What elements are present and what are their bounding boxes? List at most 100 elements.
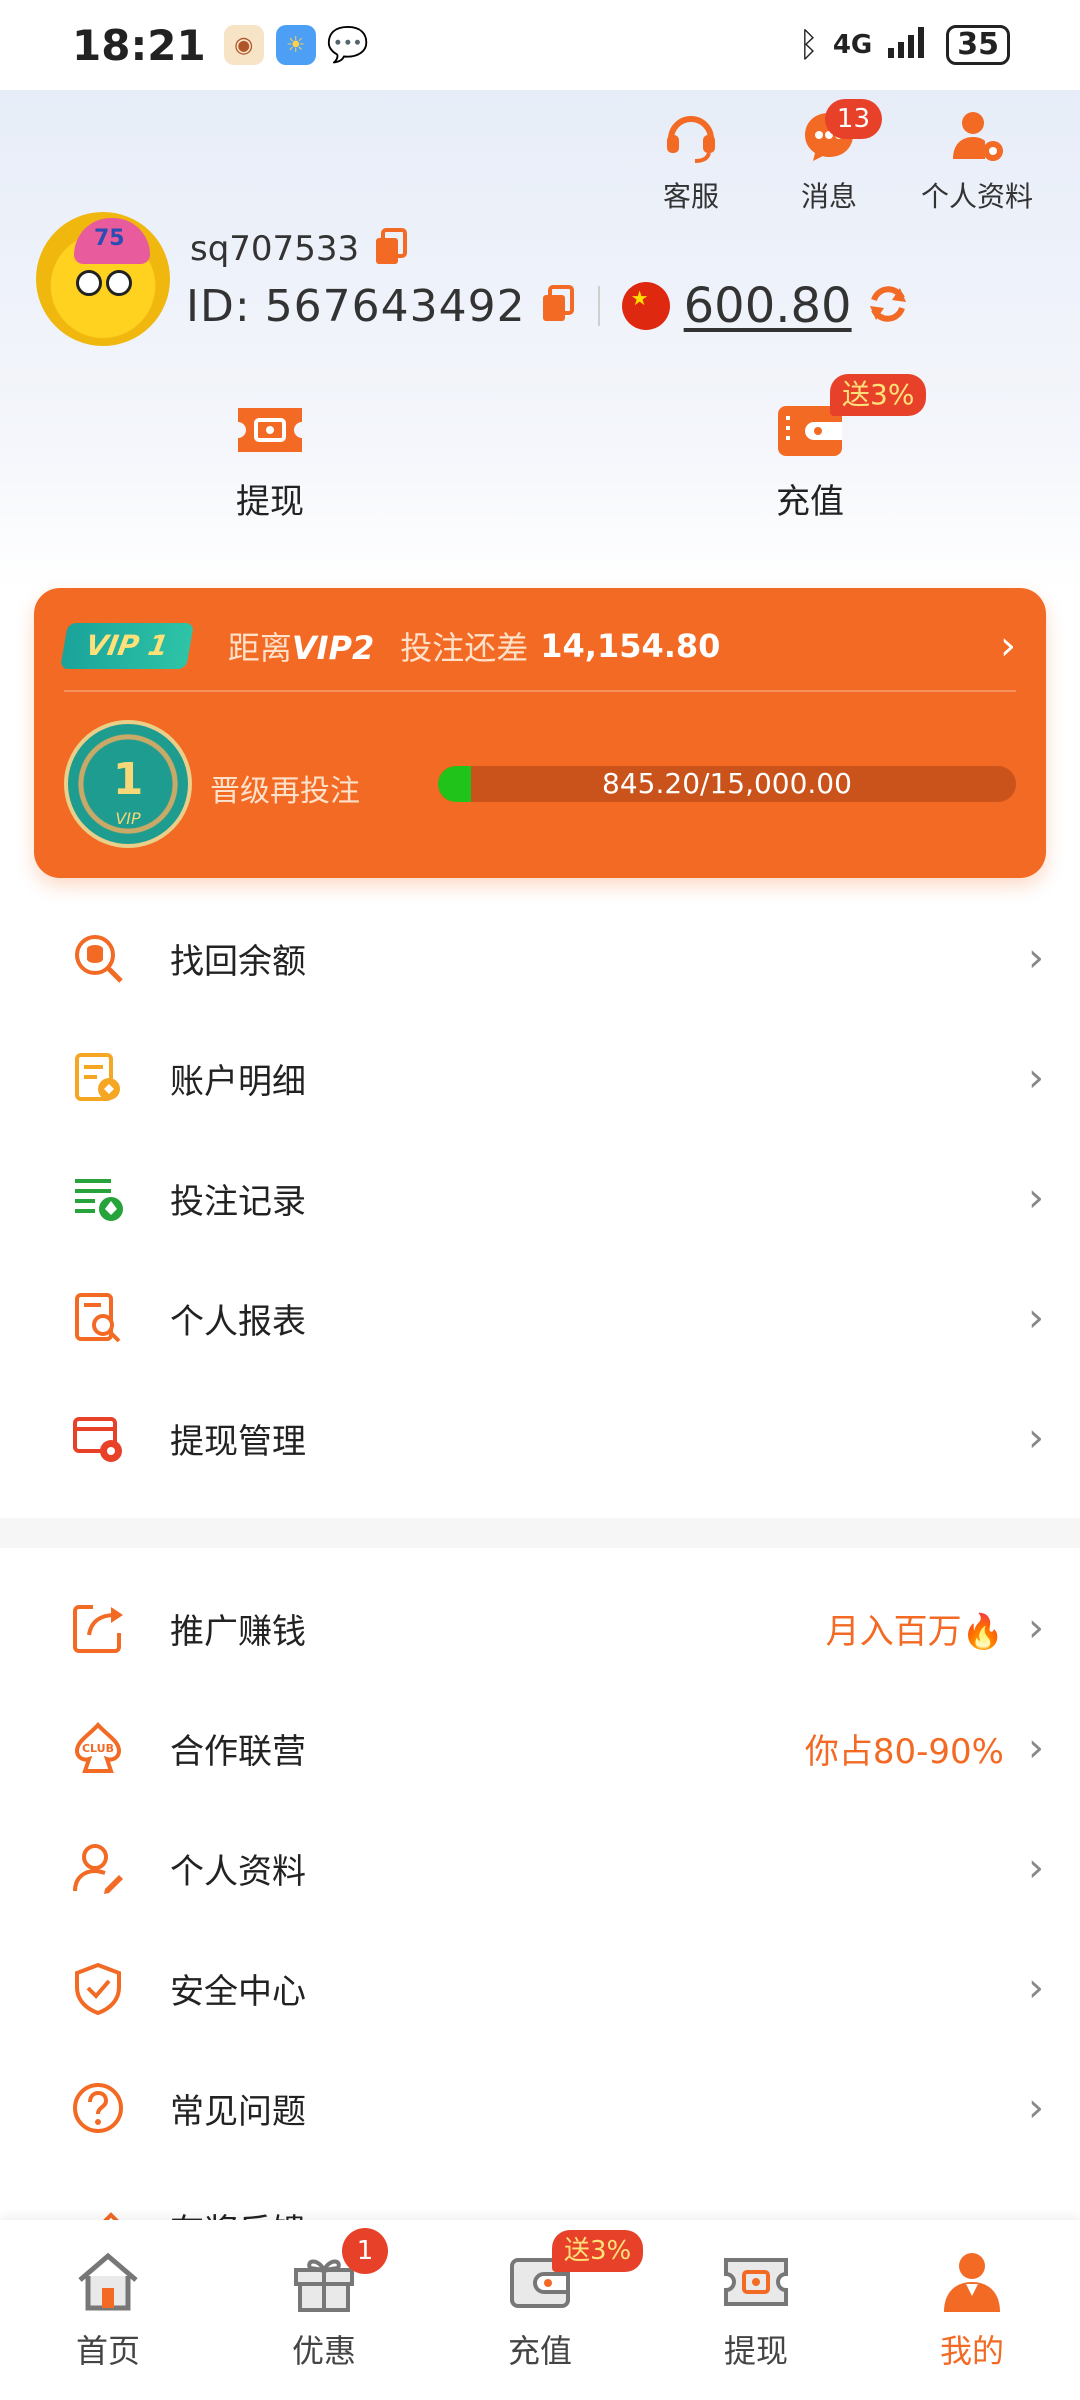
menu-label: 个人报表 xyxy=(170,1301,306,1342)
nav-home[interactable]: 首页 xyxy=(0,2220,216,2400)
deposit-bonus-badge: 送3% xyxy=(552,2230,644,2272)
vip-bet-gap-amount: 14,154.80 xyxy=(540,627,721,665)
menu-group-primary: 找回余额 › 账户明细 › 投注记录 › 个人报表 › 提现管理 › xyxy=(0,898,1080,1498)
nav-withdraw-label: 提现 xyxy=(723,2332,788,2370)
nav-mine-label: 我的 xyxy=(939,2332,1004,2370)
bluetooth-icon: ᛒ xyxy=(798,25,819,65)
user-icon xyxy=(938,2250,1006,2318)
copy-username-icon[interactable] xyxy=(373,228,409,270)
messages-button[interactable]: 13 消息 xyxy=(774,99,884,215)
nav-deposit-label: 充值 xyxy=(507,2332,572,2370)
menu-group-secondary: 推广赚钱 月入百万🔥 › CLUB 合作联营 你占80-90% › 个人资料 ›… xyxy=(0,1568,1080,2288)
report-search-icon xyxy=(70,1290,126,1346)
menu-item-account-details[interactable]: 账户明细 › xyxy=(0,1018,1080,1138)
card-settings-icon xyxy=(70,1410,126,1466)
list-spade-icon xyxy=(70,1170,126,1226)
menu-item-recover-balance[interactable]: 找回余额 › xyxy=(0,898,1080,1018)
balance-amount[interactable]: 600.80 xyxy=(684,278,852,334)
menu-label: 账户明细 xyxy=(170,1061,306,1102)
nav-promos[interactable]: 1 优惠 xyxy=(216,2220,432,2400)
avatar[interactable]: 75 xyxy=(36,212,170,346)
chevron-right-icon: › xyxy=(1028,1295,1044,1341)
wechat-app-icon: 💬 xyxy=(326,25,369,65)
chevron-right-icon: › xyxy=(1028,1175,1044,1221)
nav-deposit[interactable]: 送3% 充值 xyxy=(432,2220,648,2400)
vip-distance-label: 距离 xyxy=(227,629,292,667)
top-actions: 客服 13 消息 个人资料 xyxy=(636,99,1042,215)
user-id-value: 567643492 xyxy=(264,280,526,332)
chevron-right-icon: › xyxy=(1028,1725,1044,1771)
menu-item-personal-report[interactable]: 个人报表 › xyxy=(0,1258,1080,1378)
menu-item-security-center[interactable]: 安全中心 › xyxy=(0,1928,1080,2048)
weather-app-icon: ☀ xyxy=(275,25,316,65)
user-settings-icon xyxy=(947,105,1007,169)
vip-next-level: VIP2 xyxy=(291,629,375,667)
chevron-right-icon: › xyxy=(1028,1055,1044,1101)
chevron-right-icon: › xyxy=(1028,1605,1044,1651)
nav-promos-label: 优惠 xyxy=(291,2332,356,2370)
menu-item-faq[interactable]: 常见问题 › xyxy=(0,2048,1080,2168)
cash-ticket-icon xyxy=(722,2250,790,2318)
menu-label: 常见问题 xyxy=(170,2091,306,2132)
status-indicators: ᛒ 4G 35 xyxy=(798,24,1010,67)
vip-upgrade-label: 晋级再投注 xyxy=(210,774,360,809)
nav-withdraw[interactable]: 提现 xyxy=(648,2220,864,2400)
status-app-icons: ◉ ☀ 💬 xyxy=(223,25,369,65)
promos-count-badge: 1 xyxy=(342,2228,388,2274)
chevron-right-icon[interactable]: › xyxy=(1000,623,1016,669)
battery-indicator: 35 xyxy=(946,25,1010,65)
deposit-quick-button[interactable]: 送3% 充值 xyxy=(540,374,1080,523)
chevron-right-icon: › xyxy=(1028,935,1044,981)
vip-medal-label: VIP xyxy=(115,809,141,828)
chevron-right-icon: › xyxy=(1028,1415,1044,1461)
vip-medal-icon: 1 VIP xyxy=(64,720,192,848)
nav-mine[interactable]: 我的 xyxy=(864,2220,1080,2400)
menu-label: 个人资料 xyxy=(170,1851,306,1892)
customer-service-label: 客服 xyxy=(662,180,719,213)
section-divider xyxy=(0,1518,1080,1548)
messages-label: 消息 xyxy=(800,180,857,213)
club-spade-icon: CLUB xyxy=(70,1720,126,1776)
menu-extra-text: 你占80-90% xyxy=(804,1731,1004,1772)
vip-bet-gap-label: 投注还差 xyxy=(400,629,529,667)
vip-level-tag: VIP 1 xyxy=(59,623,194,669)
cash-ticket-icon xyxy=(234,400,306,464)
id-row: ID: 567643492 600.80 xyxy=(186,278,910,334)
lottery-app-icon: ◉ xyxy=(223,25,264,65)
coin-search-icon xyxy=(70,930,126,986)
menu-label: 推广赚钱 xyxy=(170,1611,306,1652)
menu-item-partnership[interactable]: CLUB 合作联营 你占80-90% › xyxy=(0,1688,1080,1808)
menu-item-referral[interactable]: 推广赚钱 月入百万🔥 › xyxy=(0,1568,1080,1688)
menu-item-bet-records[interactable]: 投注记录 › xyxy=(0,1138,1080,1258)
user-edit-icon xyxy=(70,1840,126,1896)
menu-item-profile[interactable]: 个人资料 › xyxy=(0,1808,1080,1928)
profile-label: 个人资料 xyxy=(920,180,1033,213)
deposit-quick-label: 充值 xyxy=(776,482,844,522)
menu-item-withdraw-management[interactable]: 提现管理 › xyxy=(0,1378,1080,1498)
svg-text:CLUB: CLUB xyxy=(82,1742,114,1755)
withdraw-quick-button[interactable]: 提现 xyxy=(0,400,540,523)
username-row: sq707533 xyxy=(190,228,409,270)
document-coin-icon xyxy=(70,1050,126,1106)
menu-label: 提现管理 xyxy=(170,1421,306,1462)
vip-header-row: VIP 1 距离VIP2 投注还差 14,154.80 › xyxy=(59,616,1016,676)
vip-medal-level: 1 xyxy=(112,754,144,805)
profile-button[interactable]: 个人资料 xyxy=(912,105,1042,215)
messages-count-badge: 13 xyxy=(824,99,882,139)
refresh-icon[interactable] xyxy=(866,282,910,330)
share-icon xyxy=(70,1600,126,1656)
bottom-nav: 首页 1 优惠 送3% 充值 提现 我的 xyxy=(0,2220,1080,2400)
home-icon xyxy=(74,2250,142,2318)
network-label: 4G xyxy=(832,30,873,60)
vip-card[interactable]: VIP 1 距离VIP2 投注还差 14,154.80 › 1 VIP 晋级再投… xyxy=(34,588,1046,878)
vip-progress-bar: 845.20/15,000.00 xyxy=(438,766,1016,802)
avatar-cap-number: 75 xyxy=(94,226,125,251)
user-id-label: ID: xyxy=(186,280,251,332)
copy-id-icon[interactable] xyxy=(540,285,576,327)
menu-label: 合作联营 xyxy=(170,1731,306,1772)
shield-check-icon xyxy=(70,1960,126,2016)
chevron-right-icon: › xyxy=(1028,2085,1044,2131)
vip-divider xyxy=(64,690,1016,692)
quick-actions: 提现 送3% 充值 xyxy=(0,374,1080,523)
customer-service-button[interactable]: 客服 xyxy=(636,105,746,215)
